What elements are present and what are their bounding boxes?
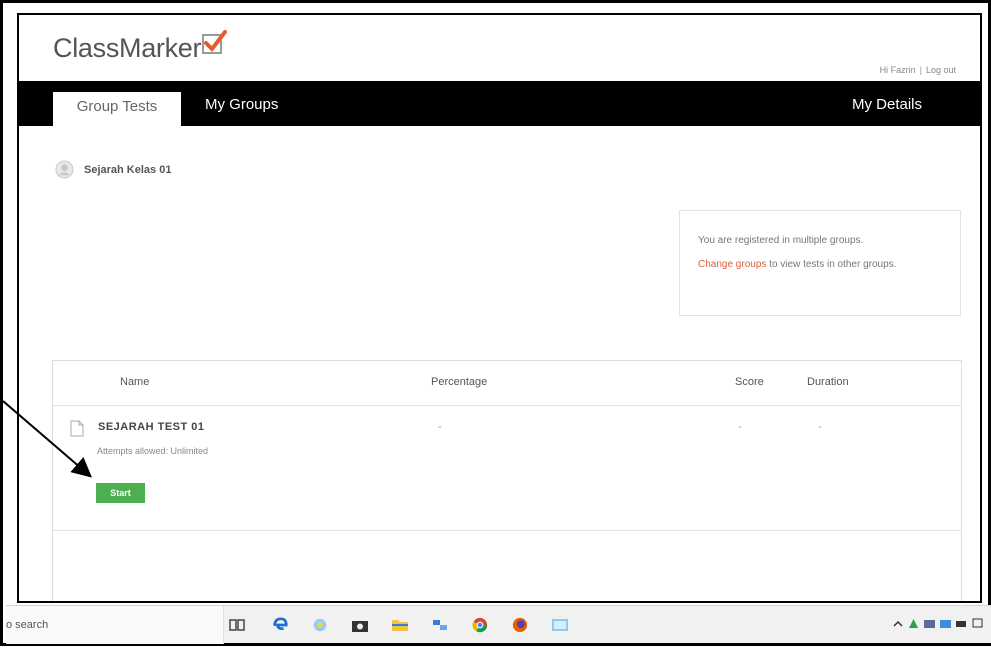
tab-group-tests[interactable]: Group Tests [53,92,181,126]
tests-table: Name Percentage Score Duration SEJARAH T… [52,360,962,601]
windows-taskbar: o search [6,605,991,644]
tab-my-details[interactable]: My Details [852,81,922,126]
percentage-value: - [438,421,442,433]
group-name: Sejarah Kelas 01 [84,163,172,176]
system-tray [893,618,983,629]
folder-icon[interactable] [391,617,409,633]
change-groups-link[interactable]: Change groups [698,259,766,270]
chrome-icon[interactable] [471,617,489,633]
classmarker-logo: ClassMarker [53,33,202,63]
current-group: Sejarah Kelas 01 [55,160,171,179]
group-user-icon [55,160,74,179]
notification-icon[interactable] [972,618,983,629]
screenshot-frame: ClassMarker Hi Fazrin | Log out Group Test… [0,0,991,646]
logout-link[interactable]: Log out [926,65,956,75]
drive-icon[interactable] [908,618,919,629]
keyboard-icon[interactable] [924,618,935,629]
multiple-groups-notice: You are registered in multiple groups. C… [679,210,961,316]
score-value: - [738,421,742,433]
photos-icon[interactable] [311,617,329,633]
notice-rest: to view tests in other groups. [766,259,897,270]
start-button[interactable]: Start [96,483,145,503]
firefox-icon[interactable] [511,617,529,633]
greeting-link[interactable]: Hi Fazrin [880,65,916,75]
notice-change-row: Change groups to view tests in other gro… [698,258,942,272]
header-percentage: Percentage [431,376,488,388]
document-icon [70,420,84,437]
user-links: Hi Fazrin | Log out [880,65,956,75]
camera-icon[interactable] [351,617,369,633]
notice-text: You are registered in multiple groups. [698,235,864,246]
separator: | [919,65,922,75]
screen-app-icon[interactable] [551,617,569,633]
header-duration: Duration [807,376,849,388]
main-navbar: Group Tests My Groups My Details [19,81,980,126]
network-app-icon[interactable] [431,617,449,633]
edge-icon[interactable] [271,617,289,633]
battery-icon[interactable] [956,618,967,629]
scroll-corner-icon [25,600,26,601]
task-view-icon[interactable] [228,617,246,633]
test-title: SEJARAH TEST 01 [98,421,205,433]
duration-value: - [818,421,822,433]
chevron-up-icon[interactable] [893,619,903,629]
attempts-allowed: Attempts allowed: Unlimited [97,446,209,456]
display-icon[interactable] [940,618,951,629]
header-divider [53,405,961,406]
tab-my-groups[interactable]: My Groups [205,81,278,126]
header-score: Score [735,376,764,388]
browser-page: ClassMarker Hi Fazrin | Log out Group Test… [17,13,982,603]
row-divider [53,530,961,531]
logo-checkmark-icon [202,30,227,54]
header-name: Name [120,376,150,388]
taskbar-search-input[interactable]: o search [6,606,224,644]
